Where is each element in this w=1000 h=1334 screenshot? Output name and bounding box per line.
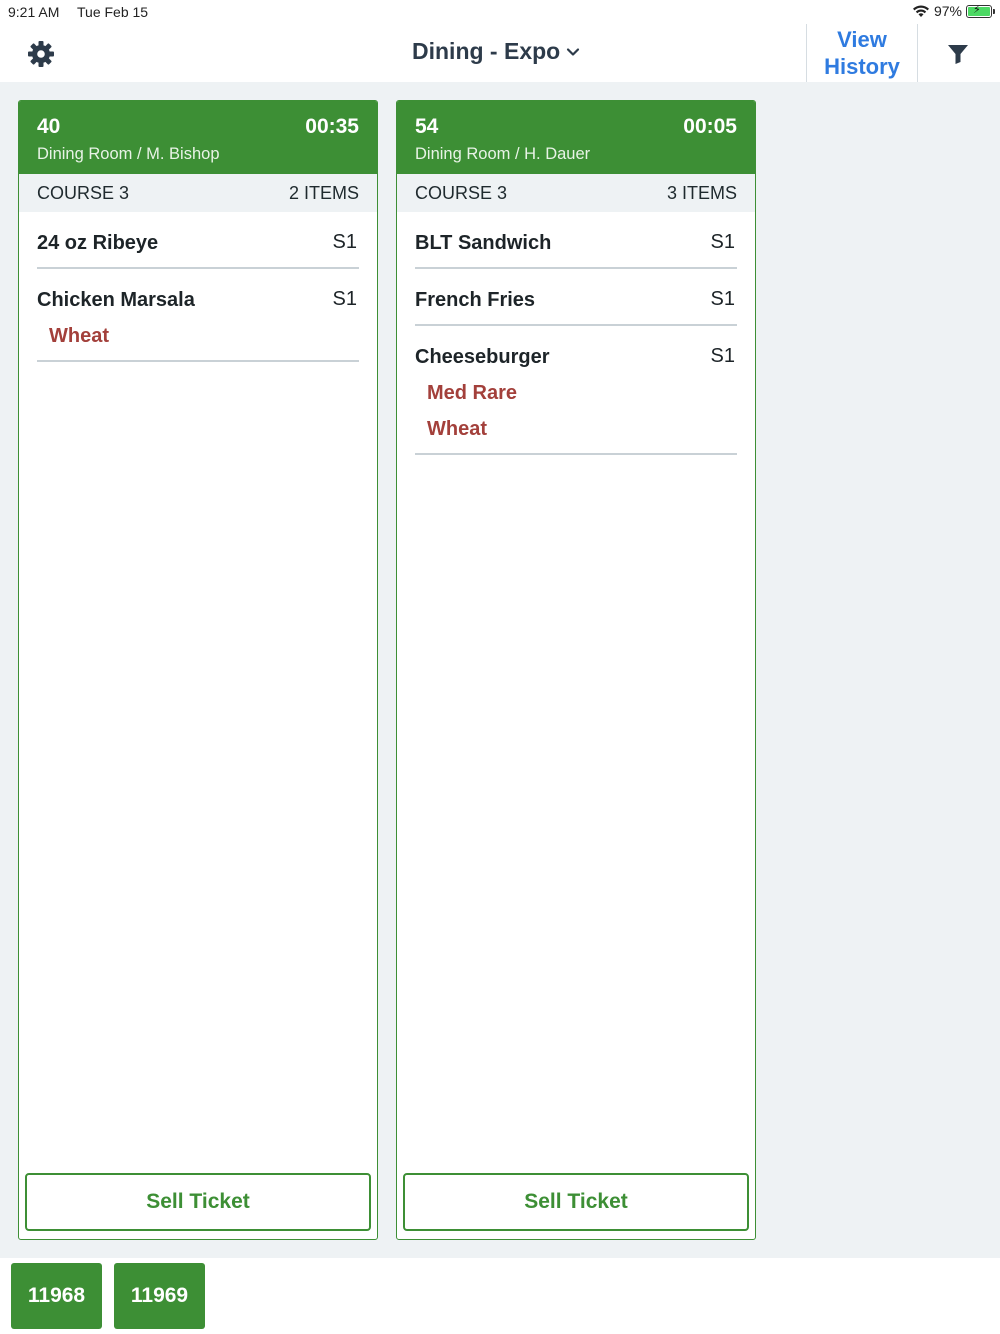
sell-ticket-button[interactable]: Sell Ticket [25,1173,371,1231]
status-date: Tue Feb 15 [77,4,149,20]
battery-percent: 97% [933,3,962,19]
ticket-timer: 00:05 [683,115,737,138]
item-modifier: Wheat [49,325,109,347]
station-selector[interactable]: Dining - Expo [412,38,580,65]
order-item[interactable]: 24 oz Ribeye S1 [37,212,359,269]
view-history-button[interactable]: View History [807,26,917,80]
item-count: 3 ITEMS [666,183,737,203]
item-seat: S1 [710,288,735,310]
item-seat: S1 [332,231,357,253]
item-name: Cheeseburger [415,346,550,368]
item-seat: S1 [710,231,735,253]
gear-icon [28,41,54,67]
order-item[interactable]: French Fries S1 [415,269,737,326]
funnel-icon [948,45,968,64]
battery-charging-icon: ⚡ [966,4,995,18]
status-time: 9:21 AM [8,4,60,20]
header-divider [917,24,918,82]
status-bar: 9:21 AM Tue Feb 15 97% ⚡ [0,0,1000,24]
ticket-tab[interactable]: 11968 [11,1263,102,1329]
ticket-header: 54 00:05 Dining Room / H. Dauer [397,101,755,174]
item-seat: S1 [332,288,357,310]
header: Dining - Expo View History [0,24,1000,82]
item-name: BLT Sandwich [415,232,552,254]
course-row: COURSE 3 3 ITEMS [397,174,755,212]
page-title: Dining - Expo [412,38,561,64]
ticket-tab-bar: 11968 11969 [0,1258,1000,1334]
wifi-icon [912,5,929,17]
item-name: French Fries [415,289,536,311]
chevron-down-icon [567,47,580,56]
order-item[interactable]: Cheeseburger S1 Med Rare Wheat [415,326,737,455]
item-seat: S1 [710,345,735,367]
ticket-tab[interactable]: 11969 [114,1263,205,1329]
ticket-number: 54 [415,115,439,138]
view-history-label-line1: View [837,27,887,52]
order-item[interactable]: Chicken Marsala S1 Wheat [37,269,359,362]
course-label: COURSE 3 [415,183,508,203]
item-name: 24 oz Ribeye [37,232,159,254]
ticket-board: 40 00:35 Dining Room / M. Bishop COURSE … [0,82,1000,1258]
settings-button[interactable] [26,39,56,69]
course-row: COURSE 3 2 ITEMS [19,174,377,212]
ticket-location: Dining Room / M. Bishop [37,145,220,163]
ticket-number: 40 [37,115,61,138]
course-label: COURSE 3 [37,183,130,203]
order-item[interactable]: BLT Sandwich S1 [415,212,737,269]
item-modifier: Wheat [427,418,487,440]
ticket-timer: 00:35 [305,115,359,138]
filter-button[interactable] [944,40,972,68]
ticket-header: 40 00:35 Dining Room / M. Bishop [19,101,377,174]
ticket-card[interactable]: 54 00:05 Dining Room / H. Dauer COURSE 3… [396,100,756,1240]
item-count: 2 ITEMS [288,183,359,203]
item-name: Chicken Marsala [37,289,195,311]
sell-ticket-button[interactable]: Sell Ticket [403,1173,749,1231]
ticket-location: Dining Room / H. Dauer [415,145,591,163]
ticket-card[interactable]: 40 00:35 Dining Room / M. Bishop COURSE … [18,100,378,1240]
view-history-label-line2: History [824,54,900,79]
status-indicators: 97% ⚡ [912,3,995,19]
item-modifier: Med Rare [427,382,518,404]
